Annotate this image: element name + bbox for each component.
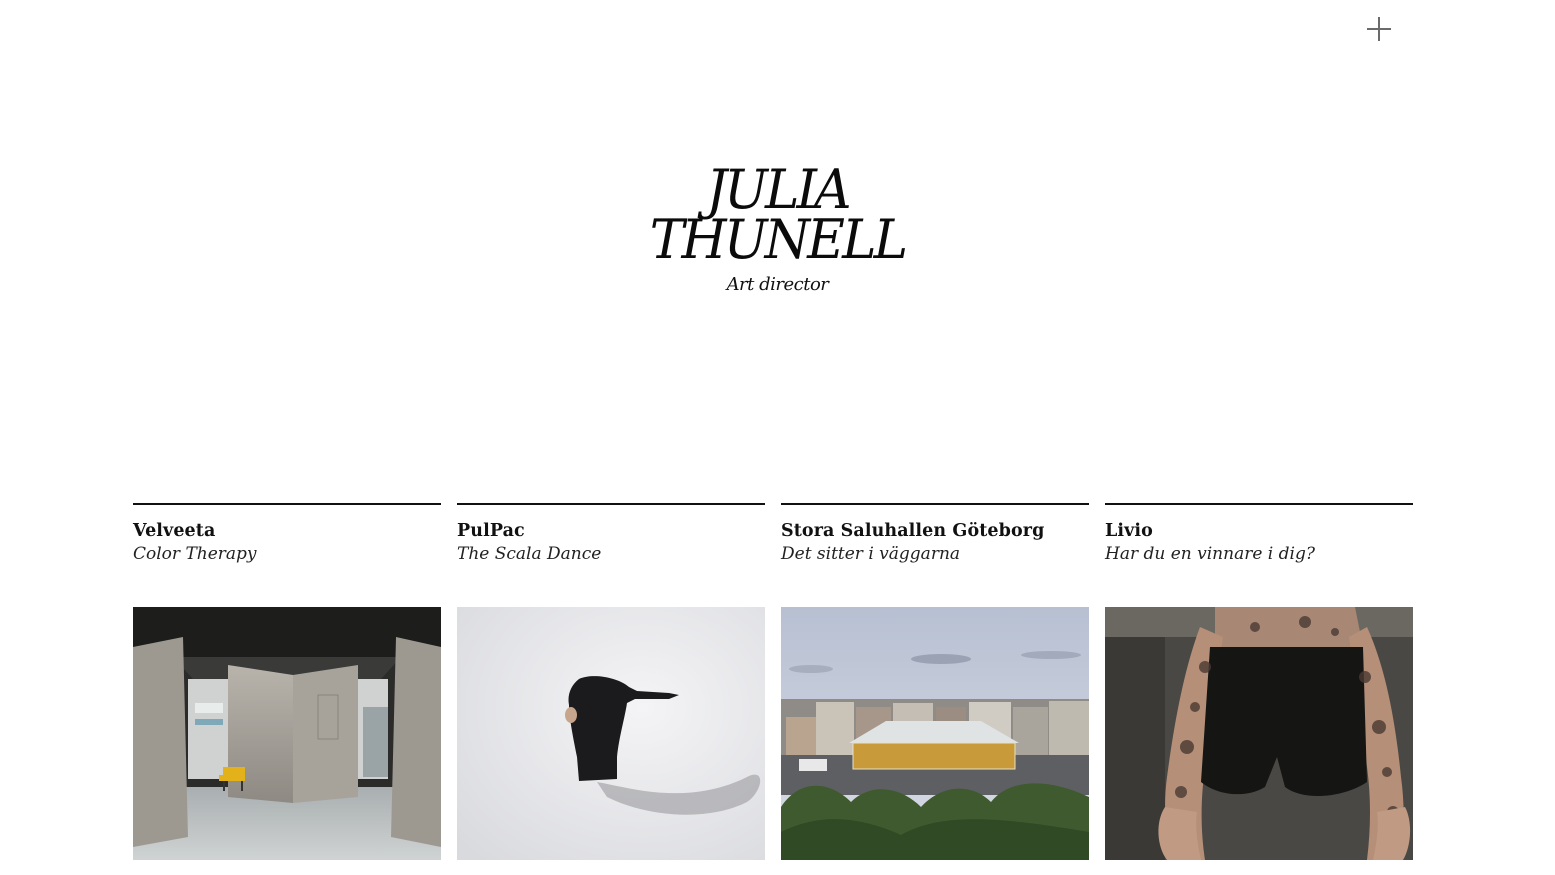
project-title: Det sitter i väggarna (781, 544, 961, 564)
tattooed-man-image[interactable] (1105, 607, 1413, 860)
site-logo[interactable]: JULIA THUNELL Art director (0, 163, 1555, 295)
project-title: Color Therapy (133, 544, 257, 564)
project-client: Velveeta (133, 521, 216, 541)
subway-station-image[interactable] (133, 607, 441, 860)
project-card-livio[interactable]: Livio Har du en vinnare i dig? (1105, 503, 1413, 860)
market-hall-image[interactable] (781, 607, 1089, 860)
menu-plus-icon[interactable] (1363, 13, 1395, 45)
project-title: The Scala Dance (457, 544, 602, 564)
project-card-stora-saluhallen[interactable]: Stora Saluhallen Göteborg Det sitter i v… (781, 503, 1089, 860)
project-client: Livio (1105, 521, 1153, 541)
divider (133, 503, 441, 505)
project-grid: Velveeta Color Therapy PulPac The Scala … (133, 503, 1413, 860)
project-card-velveeta[interactable]: Velveeta Color Therapy (133, 503, 441, 860)
project-client: Stora Saluhallen Göteborg (781, 521, 1045, 541)
project-card-pulpac[interactable]: PulPac The Scala Dance (457, 503, 765, 860)
divider (781, 503, 1089, 505)
logo-last-name: THUNELL (649, 208, 908, 271)
divider (457, 503, 765, 505)
dancer-image[interactable] (457, 607, 765, 860)
project-title: Har du en vinnare i dig? (1105, 544, 1315, 564)
logo-tagline: Art director (726, 274, 829, 295)
project-client: PulPac (457, 521, 525, 541)
divider (1105, 503, 1413, 505)
